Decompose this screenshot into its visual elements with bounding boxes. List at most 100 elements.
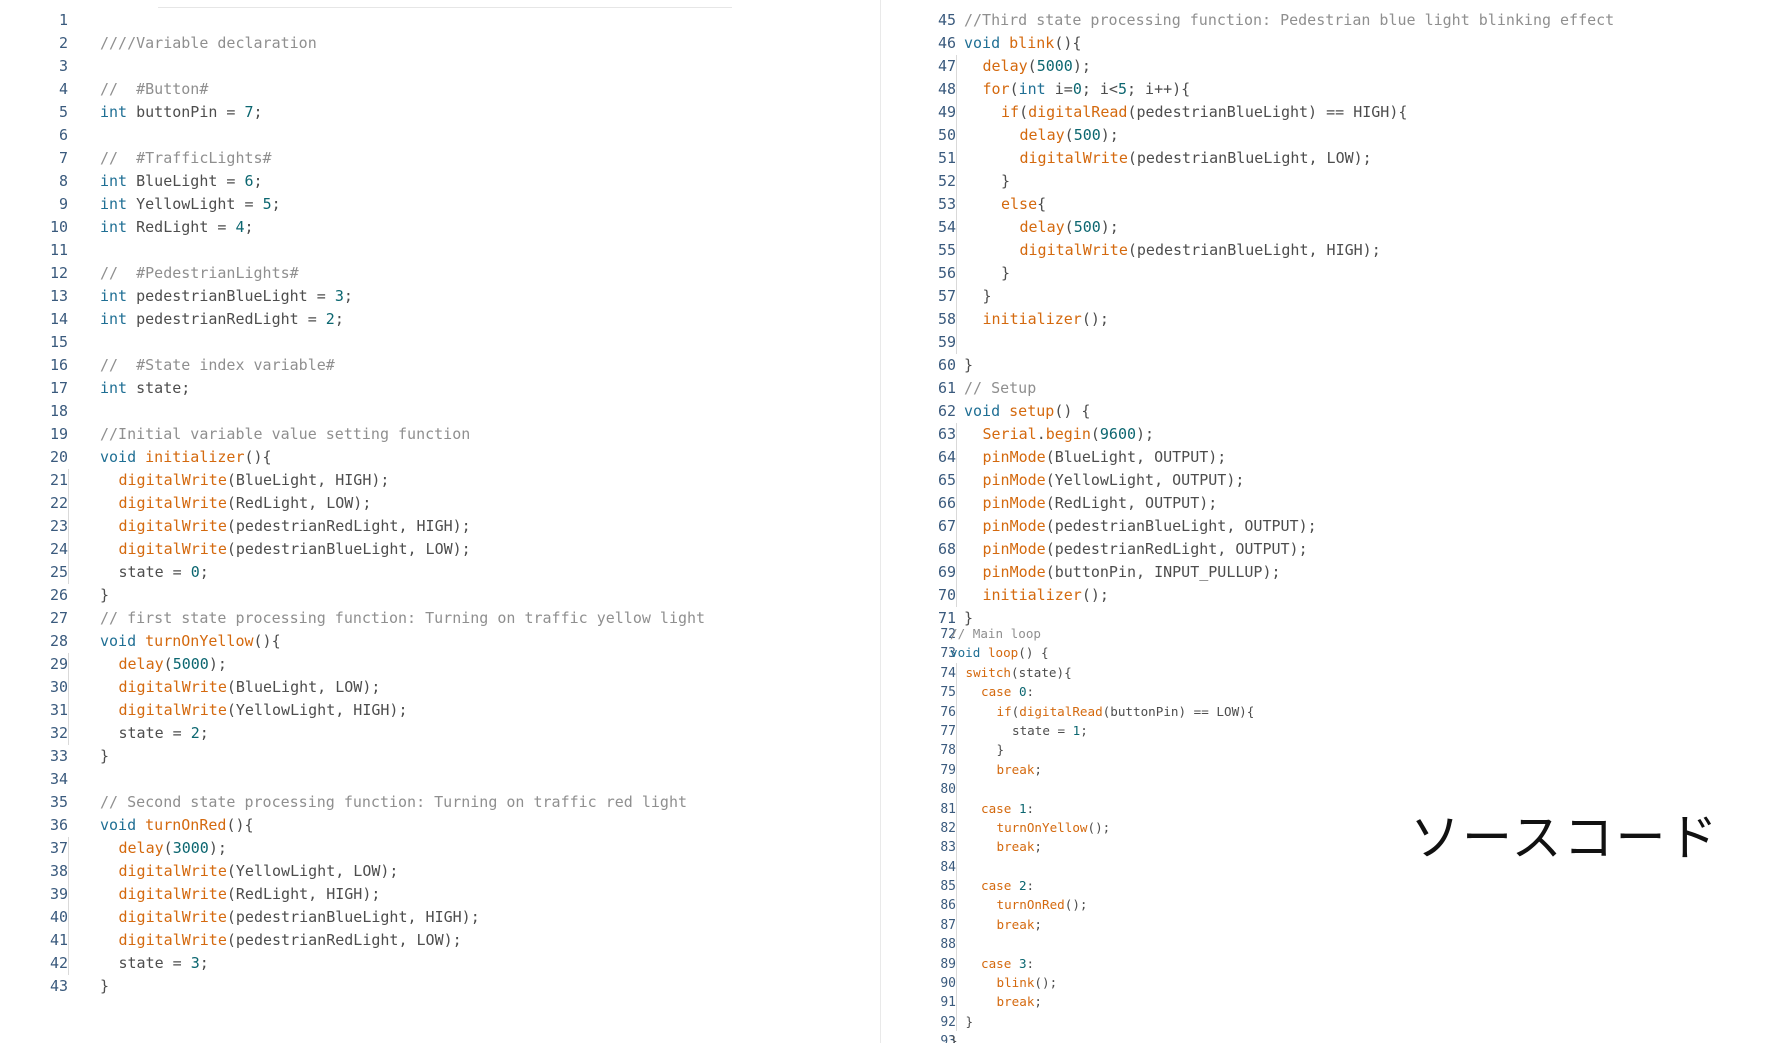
code-token: pinMode — [982, 471, 1046, 489]
line-number: 33 — [49, 747, 68, 765]
code-token: // Setup — [964, 379, 1037, 397]
code-line: 62 void setup() { — [888, 400, 1768, 423]
code-token: (buttonPin) == LOW){ — [1102, 703, 1255, 719]
code-text: pinMode(buttonPin, INPUT_PULLUP); — [983, 561, 1281, 584]
line-number: 48 — [937, 80, 956, 98]
code-token: (RedLight, LOW); — [226, 494, 372, 512]
code-token: int — [1018, 80, 1046, 98]
code-token: digitalWrite — [118, 471, 227, 489]
code-token: 3 — [190, 954, 200, 972]
code-token: { — [1037, 195, 1047, 213]
line-number: 84 — [940, 859, 956, 875]
line-number: 56 — [937, 264, 956, 282]
indent-guide — [956, 584, 957, 607]
code-line: 69 pinMode(buttonPin, INPUT_PULLUP); — [888, 561, 1768, 584]
indent-guide — [956, 538, 957, 561]
code-token: else — [1001, 195, 1038, 213]
code-text: } — [964, 354, 973, 377]
code-token: case — [981, 955, 1012, 971]
line-number: 73 — [940, 646, 956, 662]
code-text: delay(5000); — [119, 653, 227, 676]
code-token: void — [964, 402, 1001, 420]
line-number: 46 — [937, 34, 956, 52]
code-line: 74 switch(state){ — [888, 662, 1768, 683]
code-token: initializer — [982, 310, 1082, 328]
code-text: pinMode(BlueLight, OUTPUT); — [983, 446, 1227, 469]
code-text: for(int i=0; i<5; i++){ — [983, 78, 1191, 101]
line-number: 34 — [49, 770, 68, 788]
code-token: pinMode — [982, 494, 1046, 512]
indent-guide — [956, 124, 957, 147]
code-token: pedestrianBlueLight = — [127, 287, 335, 305]
line-number: 3 — [58, 57, 68, 75]
code-text: int pedestrianBlueLight = 3; — [100, 285, 353, 308]
indent-guide — [68, 860, 69, 883]
code-token: int — [100, 310, 128, 328]
line-number: 21 — [49, 471, 68, 489]
indent-guide — [956, 798, 957, 818]
code-text: } — [100, 745, 109, 768]
code-token: 0 — [190, 563, 200, 581]
code-text: ////Variable declaration — [100, 32, 317, 55]
code-token: ( — [1090, 425, 1100, 443]
code-token: for — [982, 80, 1010, 98]
code-token: (); — [1081, 310, 1109, 328]
code-token: case — [981, 800, 1012, 816]
code-token: (){ — [1054, 34, 1082, 52]
code-token: } — [1001, 264, 1011, 282]
code-token: (pedestrianBlueLight, HIGH); — [1127, 241, 1381, 259]
code-token: 0 — [1072, 80, 1082, 98]
code-token: //Initial variable value setting functio… — [100, 425, 471, 443]
code-token: break — [996, 761, 1035, 777]
line-number: 24 — [49, 540, 68, 558]
code-token: if — [1001, 103, 1020, 121]
code-token: 500 — [1073, 218, 1101, 236]
code-text: void turnOnRed(){ — [100, 814, 254, 837]
line-number: 58 — [937, 310, 956, 328]
code-text: digitalWrite(BlueLight, LOW); — [119, 676, 381, 699]
caption-text: ソースコード — [1410, 809, 1720, 867]
code-token: delay — [118, 839, 164, 857]
code-token: (); — [1087, 819, 1111, 835]
line-number: 89 — [940, 956, 956, 972]
code-text: state = 0; — [119, 561, 209, 584]
code-text: break; — [997, 915, 1043, 934]
code-line: 73 void loop() { — [888, 643, 1768, 662]
code-text: digitalWrite(YellowLight, HIGH); — [119, 699, 408, 722]
code-token: state = — [118, 563, 191, 581]
code-token: turnOnRed — [145, 816, 227, 834]
line-number: 40 — [49, 908, 68, 926]
indent-guide — [956, 720, 957, 741]
code-token: case — [981, 878, 1012, 894]
code-line: 17 int state; — [0, 377, 860, 400]
code-token: (){ — [253, 632, 281, 650]
code-token: int — [100, 195, 128, 213]
code-line: 52} — [888, 170, 1768, 193]
code-token: } — [950, 1033, 958, 1043]
line-number: 38 — [49, 862, 68, 880]
line-number: 85 — [940, 879, 956, 895]
line-number: 61 — [937, 379, 956, 397]
indent-guide — [956, 331, 957, 354]
code-text: delay(3000); — [119, 837, 227, 860]
line-number: 45 — [937, 11, 956, 29]
code-token: ; — [1080, 722, 1088, 738]
code-line: 25 state = 0; — [0, 561, 860, 584]
code-token: blink — [996, 975, 1035, 991]
code-token: case — [981, 684, 1012, 700]
code-token: } — [100, 586, 110, 604]
indent-guide — [956, 953, 957, 974]
code-token: delay — [982, 57, 1028, 75]
code-text: initializer(); — [983, 308, 1109, 331]
code-line: 65 pinMode(YellowLight, OUTPUT); — [888, 469, 1768, 492]
code-line: 70 initializer(); — [888, 584, 1768, 607]
code-text: case 0: — [981, 682, 1034, 701]
code-token: // #TrafficLights# — [100, 149, 272, 167]
code-text: } — [966, 1012, 974, 1031]
code-token: 5000 — [172, 655, 209, 673]
code-token: ; — [1034, 761, 1043, 777]
code-token: 2 — [1018, 878, 1027, 894]
line-number: 86 — [940, 898, 956, 914]
line-number: 59 — [937, 333, 956, 351]
line-number: 52 — [937, 172, 956, 190]
